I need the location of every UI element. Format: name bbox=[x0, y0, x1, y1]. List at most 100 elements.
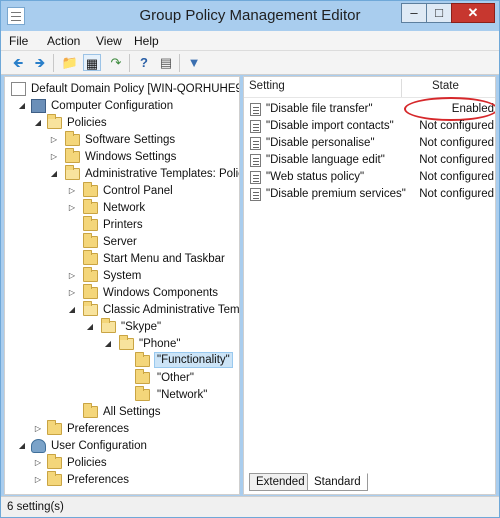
folder-icon bbox=[65, 131, 80, 146]
tree-label: "Network" bbox=[157, 389, 208, 401]
setting-name: "Disable language edit" bbox=[266, 154, 385, 166]
title-bar: Group Policy Management Editor – □ ✕ bbox=[1, 1, 499, 31]
collapse-icon[interactable]: ◢ bbox=[67, 302, 77, 318]
menu-view[interactable]: View bbox=[96, 34, 122, 48]
expand-icon[interactable]: ▷ bbox=[67, 268, 77, 284]
tree-label: "Other" bbox=[157, 372, 194, 384]
collapse-icon[interactable]: ◢ bbox=[33, 115, 43, 131]
folder-icon bbox=[47, 471, 62, 486]
tree-label: Network bbox=[103, 202, 146, 214]
folder-icon bbox=[101, 318, 116, 333]
setting-name: "Disable personalise" bbox=[266, 137, 375, 149]
tree-label: Windows Components bbox=[103, 287, 219, 299]
toolbar: 🡸 🡺 📁 ▦ ↷ ? ▤ ▼ bbox=[1, 51, 499, 75]
expand-icon[interactable]: ▷ bbox=[33, 421, 43, 437]
filter-icon[interactable]: ▼ bbox=[185, 54, 203, 71]
up-folder-icon[interactable]: 📁 bbox=[61, 54, 79, 71]
tree-label: Control Panel bbox=[103, 185, 173, 197]
folder-icon bbox=[47, 114, 62, 129]
user-icon bbox=[31, 439, 46, 453]
tree-label-selected: "Functionality" bbox=[154, 352, 233, 368]
expand-icon[interactable]: ▷ bbox=[67, 200, 77, 216]
expand-icon[interactable]: ▷ bbox=[67, 183, 77, 199]
tree-label: "Phone" bbox=[139, 338, 181, 350]
expand-icon[interactable]: ▷ bbox=[33, 455, 43, 471]
tree-label: Policies bbox=[67, 457, 107, 469]
setting-document-icon bbox=[250, 120, 261, 133]
setting-document-icon bbox=[250, 188, 261, 201]
expand-icon[interactable]: ▷ bbox=[67, 285, 77, 301]
tree-label: Start Menu and Taskbar bbox=[103, 253, 225, 265]
folder-icon bbox=[83, 284, 98, 299]
tree-label: Software Settings bbox=[85, 134, 176, 146]
tree-label: Server bbox=[103, 236, 137, 248]
column-divider[interactable] bbox=[401, 79, 402, 97]
expand-icon[interactable]: ▷ bbox=[49, 132, 59, 148]
tree-label: Preferences bbox=[67, 474, 130, 486]
tree-label: Preferences bbox=[67, 423, 130, 435]
all-settings-icon bbox=[83, 403, 98, 418]
tab-standard[interactable]: Standard bbox=[307, 473, 368, 491]
tab-extended[interactable]: Extended bbox=[249, 473, 312, 491]
list-item[interactable]: "Disable import contacts" Not configured bbox=[248, 118, 494, 135]
help-icon[interactable]: ? bbox=[135, 54, 153, 71]
setting-name: "Disable premium services" bbox=[266, 188, 406, 200]
status-bar: 6 setting(s) bbox=[1, 496, 499, 517]
tree-label: Administrative Templates: Policy bbox=[85, 168, 240, 180]
tree-label: Policies bbox=[67, 117, 107, 129]
folder-icon bbox=[65, 165, 80, 180]
export-list-icon[interactable]: ↷ bbox=[107, 54, 125, 71]
folder-icon bbox=[83, 267, 98, 282]
setting-state: Not configured bbox=[419, 120, 494, 132]
collapse-icon[interactable]: ◢ bbox=[17, 98, 27, 114]
folder-icon bbox=[83, 233, 98, 248]
setting-document-icon bbox=[250, 137, 261, 150]
setting-state: Not configured bbox=[419, 171, 494, 183]
tree-label: Default Domain Policy [WIN-QORHUHE9SP bbox=[31, 83, 240, 95]
menu-help[interactable]: Help bbox=[134, 34, 159, 48]
tree-label: Printers bbox=[103, 219, 143, 231]
tree-label: Windows Settings bbox=[85, 151, 177, 163]
expand-icon[interactable]: ▷ bbox=[33, 472, 43, 488]
tree-label: Classic Administrative Templ bbox=[103, 304, 240, 316]
folder-icon bbox=[135, 386, 150, 401]
setting-name: "Disable import contacts" bbox=[266, 120, 394, 132]
menu-action[interactable]: Action bbox=[47, 34, 80, 48]
setting-document-icon bbox=[250, 171, 261, 184]
collapse-icon[interactable]: ◢ bbox=[103, 336, 113, 352]
setting-state: Not configured bbox=[419, 154, 494, 166]
collapse-icon[interactable]: ◢ bbox=[49, 166, 59, 182]
setting-name: "Disable file transfer" bbox=[266, 103, 373, 115]
folder-icon bbox=[83, 250, 98, 265]
tree-pane[interactable]: Default Domain Policy [WIN-QORHUHE9SP ◢ … bbox=[4, 76, 240, 495]
folder-icon bbox=[83, 182, 98, 197]
list-item[interactable]: "Disable file transfer" Enabled bbox=[248, 97, 495, 121]
setting-state: Not configured bbox=[419, 188, 494, 200]
folder-icon bbox=[83, 301, 98, 316]
maximize-button[interactable]: □ bbox=[426, 3, 452, 23]
app-window: Group Policy Management Editor – □ ✕ Fil… bbox=[0, 0, 500, 518]
properties-icon[interactable]: ▤ bbox=[157, 54, 175, 71]
collapse-icon[interactable]: ◢ bbox=[17, 438, 27, 454]
settings-list-pane[interactable]: Setting State "Disable file transfer" En… bbox=[243, 76, 496, 495]
folder-icon bbox=[83, 199, 98, 214]
list-item[interactable]: "Disable personalise" Not configured bbox=[248, 135, 494, 152]
back-arrow-icon[interactable]: 🡸 bbox=[9, 54, 27, 71]
folder-icon bbox=[47, 420, 62, 435]
list-item[interactable]: "Disable premium services" Not configure… bbox=[248, 186, 494, 203]
collapse-icon[interactable]: ◢ bbox=[85, 319, 95, 335]
list-item[interactable]: "Disable language edit" Not configured bbox=[248, 152, 494, 169]
folder-icon bbox=[135, 369, 150, 384]
menu-file[interactable]: File bbox=[9, 34, 28, 48]
forward-arrow-icon[interactable]: 🡺 bbox=[31, 54, 49, 71]
minimize-button[interactable]: – bbox=[401, 3, 427, 23]
show-tree-icon[interactable]: ▦ bbox=[83, 54, 101, 71]
list-item[interactable]: "Web status policy" Not configured bbox=[248, 169, 494, 186]
close-button[interactable]: ✕ bbox=[451, 3, 495, 23]
tree-label: User Configuration bbox=[51, 440, 147, 452]
computer-icon bbox=[31, 99, 46, 113]
column-header-state[interactable]: State bbox=[432, 80, 459, 96]
column-header-setting[interactable]: Setting bbox=[249, 80, 285, 96]
expand-icon[interactable]: ▷ bbox=[49, 149, 59, 165]
setting-document-icon bbox=[250, 103, 261, 116]
